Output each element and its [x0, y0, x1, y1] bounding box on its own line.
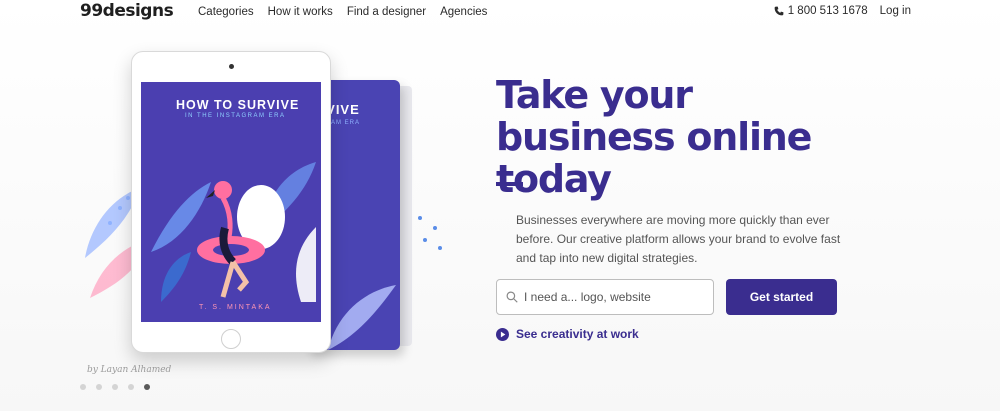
hero-headline: Take your business online today: [496, 73, 812, 201]
brand-logo[interactable]: 99designs: [80, 0, 174, 22]
flamingo-illustration: [151, 162, 316, 302]
carousel-dot-active[interactable]: [144, 384, 150, 390]
search-input[interactable]: [524, 290, 704, 304]
top-header: 99designs Categories How it works Find a…: [0, 0, 1000, 26]
main-nav: Categories How it works Find a designer …: [198, 5, 487, 19]
hero-description: Businesses everywhere are moving more qu…: [516, 213, 841, 265]
carousel-dot[interactable]: [80, 384, 86, 390]
carousel-dot[interactable]: [96, 384, 102, 390]
tablet-screen: HOW TO SURVIVE IN THE INSTAGRAM ERA T. S…: [141, 82, 321, 322]
header-right: 1 800 513 1678 Log in: [774, 5, 911, 17]
cover-subtitle: IN THE INSTAGRAM ERA: [185, 113, 286, 119]
carousel-dot[interactable]: [128, 384, 134, 390]
cover-title: HOW TO SURVIVE: [176, 98, 300, 112]
see-creativity-label: See creativity at work: [516, 327, 639, 341]
play-circle-icon: [496, 327, 509, 341]
artwork-credit: by Layan Alhamed: [87, 365, 172, 375]
nav-how-it-works[interactable]: How it works: [268, 5, 333, 19]
search-field[interactable]: [496, 279, 714, 315]
cover-author: T. S. MINTAKA: [199, 304, 272, 311]
hero-illustration: RVIVE GRAM ERA HOW TO SURVIVE IN THE INS…: [80, 48, 460, 358]
phone-icon: [774, 6, 784, 16]
login-link[interactable]: Log in: [880, 5, 911, 17]
phone-link[interactable]: 1 800 513 1678: [774, 5, 868, 17]
search-icon: [506, 291, 518, 303]
phone-number: 1 800 513 1678: [787, 5, 868, 17]
nav-find-designer[interactable]: Find a designer: [347, 5, 426, 19]
get-started-button[interactable]: Get started: [726, 279, 837, 315]
dots-decoration: [418, 216, 442, 250]
tablet-home-button: [221, 329, 241, 349]
tablet-camera: [229, 64, 234, 69]
nav-categories[interactable]: Categories: [198, 5, 254, 19]
book-pages: [400, 86, 412, 346]
carousel-dot[interactable]: [112, 384, 118, 390]
see-creativity-link[interactable]: See creativity at work: [496, 327, 639, 341]
nav-agencies[interactable]: Agencies: [440, 5, 487, 19]
tablet-device: HOW TO SURVIVE IN THE INSTAGRAM ERA T. S…: [131, 51, 331, 353]
headline-divider: [496, 182, 523, 186]
carousel-dots: [80, 384, 150, 390]
